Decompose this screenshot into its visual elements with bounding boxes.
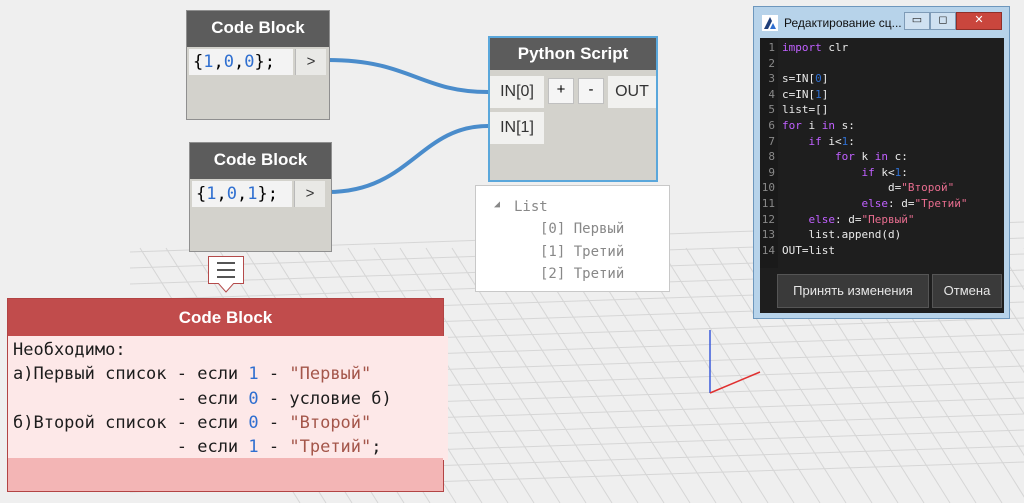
node-title: Code Block <box>190 143 331 179</box>
remove-input-button[interactable]: - <box>578 78 604 104</box>
dynamo-app-icon <box>762 15 778 31</box>
code-block-node-1[interactable]: Code Block {1,0,0}; > <box>186 10 330 120</box>
code-line: s=IN[0] <box>782 72 829 86</box>
line-number: 14 <box>761 243 775 257</box>
code-line: OUT=list <box>782 243 835 257</box>
line-number: 7 <box>768 134 775 148</box>
window-titlebar[interactable]: Редактирование сц... ▭ ◻ ✕ <box>754 7 1009 37</box>
python-script-node[interactable]: Python Script IN[0] IN[1] + - OUT <box>488 36 658 182</box>
close-button[interactable]: ✕ <box>956 12 1002 30</box>
code-block-code[interactable]: {1,0,1}; <box>192 181 292 207</box>
collapse-triangle-icon[interactable]: ◢ <box>494 199 500 210</box>
code-line: for k in c: <box>834 150 908 164</box>
code-block-note-node[interactable]: Code Block Необходимо: а)Первый список -… <box>7 298 448 492</box>
list-item: [0] Первый <box>540 221 625 237</box>
watch-preview: ◢ List [0] Первый [1] Третий [2] Третий <box>475 185 670 292</box>
window-title: Редактирование сц... <box>784 16 902 30</box>
code-line: import clr <box>782 41 849 54</box>
add-input-button[interactable]: + <box>548 78 574 104</box>
node-title: Code Block <box>8 299 443 336</box>
list-item: [1] Третий <box>540 244 625 260</box>
list-item: [2] Третий <box>540 266 625 282</box>
code-editor[interactable]: 1 2 3 4 5 6 7 8 9 10 11 12 13 14 import clr s=IN[0] c=I… <box>760 38 1004 268</box>
note-icon <box>208 256 244 284</box>
cancel-button[interactable]: Отмена <box>932 274 1002 308</box>
editor-footer: Принять изменения Отмена <box>760 268 1004 313</box>
line-number: 4 <box>768 87 775 101</box>
line-number: 2 <box>768 56 775 70</box>
code-line: c=IN[1] <box>782 87 829 101</box>
output-port-out[interactable]: OUT <box>608 76 656 108</box>
node-title: Python Script <box>490 38 656 70</box>
line-number: 11 <box>761 197 775 210</box>
line-number: 13 <box>761 228 775 242</box>
code-line: d="Второй" <box>887 181 955 195</box>
maximize-button[interactable]: ◻ <box>930 12 956 30</box>
output-port[interactable]: > <box>295 49 326 75</box>
line-number: 1 <box>768 41 775 54</box>
code-block-code[interactable]: Необходимо: а)Первый список - если 1 - "… <box>8 336 448 460</box>
note-icon-pointer <box>218 283 234 293</box>
code-line: if k<1: <box>861 165 908 179</box>
accept-changes-button[interactable]: Принять изменения <box>777 274 929 308</box>
code-line: else: d="Первый" <box>808 212 915 226</box>
code-block-node-2[interactable]: Code Block {1,0,1}; > <box>189 142 332 252</box>
line-number: 3 <box>768 72 775 86</box>
code-line: else: d="Третий" <box>861 197 968 210</box>
code-line: list.append(d) <box>808 228 902 242</box>
node-title: Code Block <box>187 11 329 47</box>
node-footer <box>8 458 443 491</box>
code-line: list=[] <box>782 103 829 117</box>
line-number: 8 <box>768 150 775 164</box>
line-number: 10 <box>761 181 775 195</box>
line-number: 5 <box>768 103 775 117</box>
line-number-gutter: 1 2 3 4 5 6 7 8 9 10 11 12 13 14 <box>760 38 778 268</box>
line-number: 6 <box>768 119 775 132</box>
list-header: List <box>514 199 548 215</box>
minimize-button[interactable]: ▭ <box>904 12 930 30</box>
script-editor-window[interactable]: Редактирование сц... ▭ ◻ ✕ 1 2 3 4 5 6 7 8 9 10 11… <box>753 6 1010 319</box>
code-line: if i<1: <box>808 134 855 148</box>
code-line: for i in s: <box>782 119 855 132</box>
input-port-in0[interactable]: IN[0] <box>490 76 544 108</box>
line-number: 12 <box>761 212 775 226</box>
input-port-in1[interactable]: IN[1] <box>490 112 544 144</box>
line-number: 9 <box>768 165 775 179</box>
output-port[interactable]: > <box>294 181 325 207</box>
code-block-code[interactable]: {1,0,0}; <box>189 49 293 75</box>
